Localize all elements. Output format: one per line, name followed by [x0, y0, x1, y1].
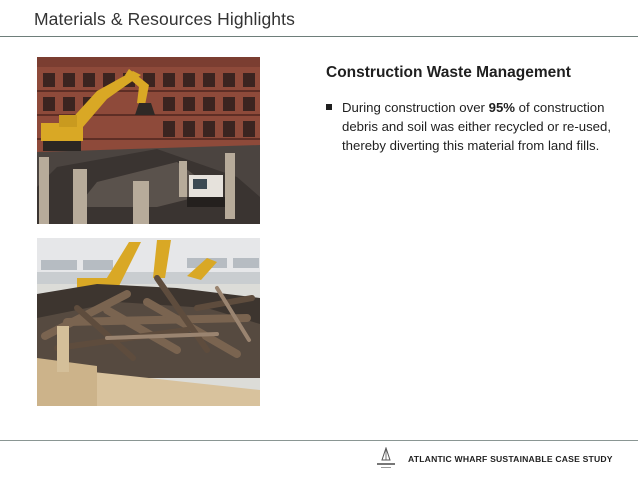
bullet-text-before: During construction over [342, 100, 489, 115]
construction-photo-wood-piles [37, 238, 260, 406]
atlantic-wharf-logo-icon [375, 446, 397, 471]
section-heading: Construction Waste Management [326, 64, 571, 81]
bullet-square-icon [326, 104, 332, 110]
bullet-item: During construction over 95% of construc… [326, 98, 626, 155]
bullet-emphasis: 95% [488, 100, 516, 115]
construction-photo-excavator [37, 57, 260, 224]
footer-label: ATLANTIC WHARF SUSTAINABLE CASE STUDY [408, 454, 613, 464]
bullet-text: During construction over 95% of construc… [342, 98, 626, 155]
header-divider [0, 36, 638, 37]
footer-divider [0, 440, 638, 441]
page-title: Materials & Resources Highlights [34, 9, 295, 29]
